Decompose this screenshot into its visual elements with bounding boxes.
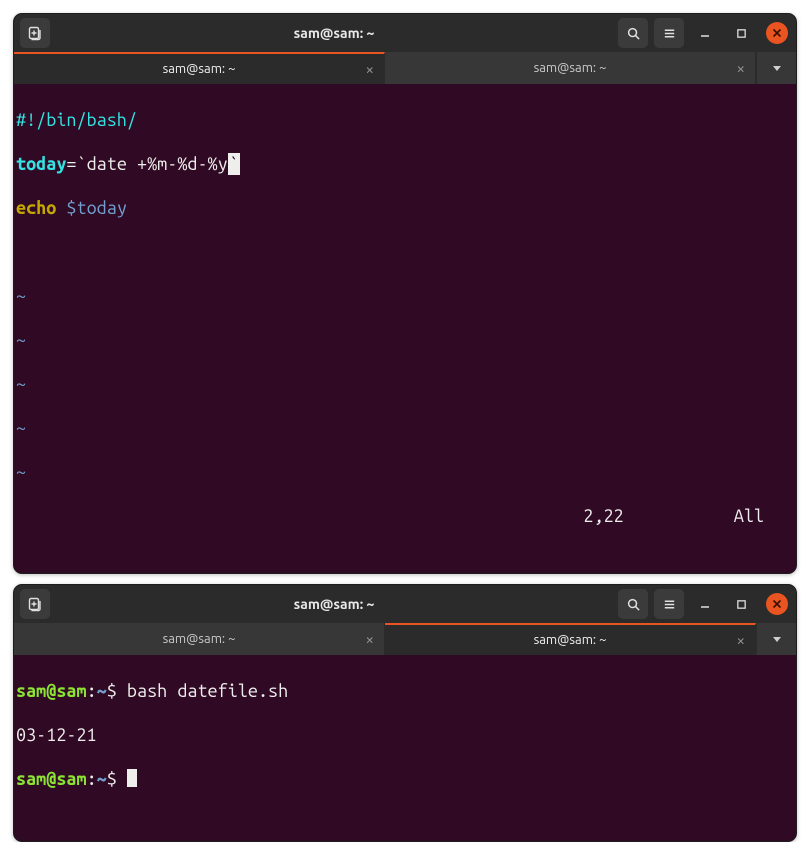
- tab-1[interactable]: sam@sam: ~ ×: [14, 623, 385, 655]
- tab-1[interactable]: sam@sam: ~ ×: [14, 52, 385, 84]
- prompt-user: sam@sam: [16, 769, 87, 789]
- shell-line-2: sam@sam:~$: [16, 768, 794, 790]
- shell-output-1: 03-12-21: [16, 724, 794, 746]
- var-name: today: [16, 154, 66, 174]
- terminal-window-2: sam@sam: ~ sam@sa: [13, 584, 797, 842]
- tab-2[interactable]: sam@sam: ~ ×: [385, 52, 756, 84]
- shell-line-1: sam@sam:~$ bash datefile.sh: [16, 680, 794, 702]
- tab-dropdown-button[interactable]: [756, 52, 796, 84]
- command-1: bash datefile.sh: [127, 681, 288, 701]
- tab-dropdown-button[interactable]: [756, 623, 796, 655]
- menu-button[interactable]: [654, 589, 684, 619]
- tab-bar: sam@sam: ~ × sam@sam: ~ ×: [14, 52, 796, 84]
- prompt-path: ~: [97, 681, 107, 701]
- prompt-sep: :: [87, 681, 97, 701]
- vim-tilde-line: ~: [16, 329, 794, 351]
- vim-tilde-line: ~: [16, 461, 794, 483]
- echo-keyword: echo: [16, 198, 56, 218]
- vim-tilde-line: ~: [16, 417, 794, 439]
- tab-close-icon[interactable]: ×: [366, 61, 374, 78]
- terminal-content[interactable]: #!/bin/bash/ today=`date +%m-%d-%y` echo…: [14, 84, 796, 573]
- terminal-content[interactable]: sam@sam:~$ bash datefile.sh 03-12-21 sam…: [14, 655, 796, 841]
- equals-sign: =: [66, 154, 76, 174]
- tab-label: sam@sam: ~: [534, 633, 607, 647]
- tab-bar: sam@sam: ~ × sam@sam: ~ ×: [14, 623, 796, 655]
- minimize-button[interactable]: [690, 18, 720, 48]
- cursor: [127, 769, 137, 787]
- search-button[interactable]: [618, 589, 648, 619]
- tab-label: sam@sam: ~: [163, 62, 236, 76]
- prompt-path: ~: [97, 769, 107, 789]
- editor-blank: [16, 241, 794, 263]
- editor-line-3: echo $today: [16, 197, 794, 219]
- command-text: date +%m-%d-%y: [87, 154, 228, 174]
- window-title: sam@sam: ~: [50, 596, 618, 612]
- vim-tilde-line: ~: [16, 373, 794, 395]
- vim-status-line: 2,22 All: [16, 505, 794, 527]
- tab-label: sam@sam: ~: [163, 632, 236, 646]
- tab-close-icon[interactable]: ×: [737, 632, 745, 649]
- editor-line-1: #!/bin/bash/: [16, 109, 794, 131]
- var-ref: $today: [66, 198, 126, 218]
- output-text: 03-12-21: [16, 725, 97, 745]
- maximize-button[interactable]: [726, 18, 756, 48]
- backtick-open: `: [77, 154, 87, 174]
- tab-close-icon[interactable]: ×: [366, 631, 374, 648]
- shebang-text: #!/bin/bash/: [16, 110, 137, 130]
- prompt-user: sam@sam: [16, 681, 87, 701]
- vim-scroll-indicator: All: [734, 505, 764, 527]
- tab-2[interactable]: sam@sam: ~ ×: [385, 623, 756, 655]
- cursor: `: [228, 153, 240, 175]
- prompt-sep: :: [87, 769, 97, 789]
- close-button[interactable]: [766, 22, 788, 44]
- tab-close-icon[interactable]: ×: [737, 60, 745, 77]
- window-title: sam@sam: ~: [50, 25, 618, 41]
- new-tab-button[interactable]: [20, 589, 50, 619]
- new-tab-button[interactable]: [20, 18, 50, 48]
- menu-button[interactable]: [654, 18, 684, 48]
- tab-label: sam@sam: ~: [534, 61, 607, 75]
- titlebar: sam@sam: ~: [14, 585, 796, 623]
- terminal-window-1: sam@sam: ~ sam@sa: [13, 13, 797, 574]
- search-button[interactable]: [618, 18, 648, 48]
- prompt-dollar: $: [107, 769, 127, 789]
- vim-tilde-line: ~: [16, 285, 794, 307]
- maximize-button[interactable]: [726, 589, 756, 619]
- prompt-dollar: $: [107, 681, 127, 701]
- minimize-button[interactable]: [690, 589, 720, 619]
- editor-line-2: today=`date +%m-%d-%y`: [16, 153, 794, 175]
- titlebar: sam@sam: ~: [14, 14, 796, 52]
- close-button[interactable]: [766, 593, 788, 615]
- vim-cursor-position: 2,22: [583, 505, 623, 527]
